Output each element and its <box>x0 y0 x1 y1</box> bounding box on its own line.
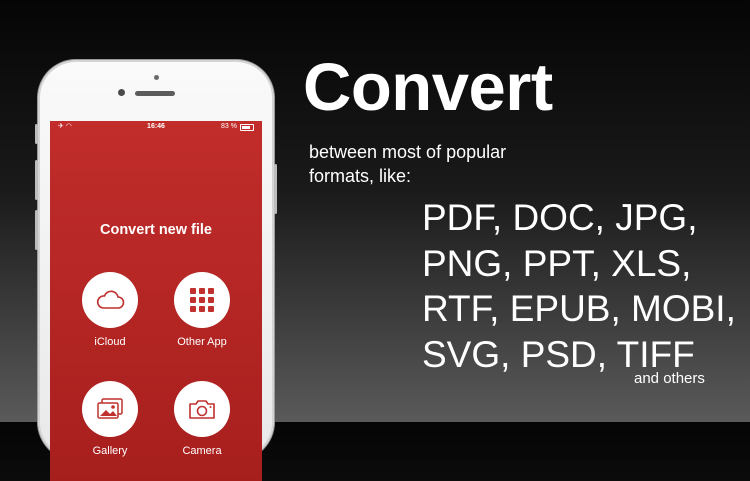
other-app-button[interactable] <box>174 272 230 328</box>
app-grid-icon <box>190 288 214 312</box>
tile-label-gallery: Gallery <box>92 445 128 457</box>
status-bar: ✈ ◠ 16:46 83 % <box>50 121 262 133</box>
tile-other-app[interactable]: Other App <box>157 272 247 348</box>
tile-label-camera: Camera <box>182 445 222 457</box>
phone-volume-up <box>35 160 38 200</box>
camera-icon <box>189 400 215 419</box>
tile-label-icloud: iCloud <box>94 336 126 348</box>
phone-power-button <box>274 164 277 214</box>
tile-gallery[interactable]: Gallery <box>65 381 155 457</box>
photos-icon <box>97 398 123 419</box>
phone-volume-down <box>35 210 38 250</box>
app-screen: ✈ ◠ 16:46 83 % Convert new file iCloud O… <box>50 121 262 481</box>
phone-sensor <box>154 75 159 80</box>
tile-label-other-app: Other App <box>177 336 227 348</box>
battery-indicator: 83 % <box>221 121 254 133</box>
and-others-text: and others <box>634 370 705 387</box>
tile-camera[interactable]: Camera <box>157 381 247 457</box>
phone-mute-switch <box>35 124 38 144</box>
battery-icon <box>240 123 254 131</box>
gallery-button[interactable] <box>82 381 138 437</box>
battery-percent: 83 % <box>221 123 237 130</box>
cloud-icon <box>96 290 125 309</box>
icloud-button[interactable] <box>82 272 138 328</box>
format-line: PNG, PPT, XLS, <box>422 242 692 284</box>
headline: Convert <box>303 50 553 125</box>
format-line: PDF, DOC, JPG, <box>422 197 698 238</box>
earpiece-speaker <box>135 91 175 96</box>
subtitle-line-2: formats, like: <box>309 166 412 186</box>
camera-button[interactable] <box>174 381 230 437</box>
screen-title: Convert new file <box>100 222 212 238</box>
subtitle-line-1: between most of popular <box>309 142 507 162</box>
tile-icloud[interactable]: iCloud <box>65 272 155 348</box>
front-camera <box>118 89 125 96</box>
subtitle: between most of popular formats, like: <box>309 140 569 188</box>
format-list: PDF, DOC, JPG, PNG, PPT, XLS, RTF, EPUB,… <box>422 195 736 377</box>
format-line: RTF, EPUB, MOBI, <box>422 288 736 329</box>
phone-mockup: ✈ ◠ 16:46 83 % Convert new file iCloud O… <box>35 60 277 481</box>
